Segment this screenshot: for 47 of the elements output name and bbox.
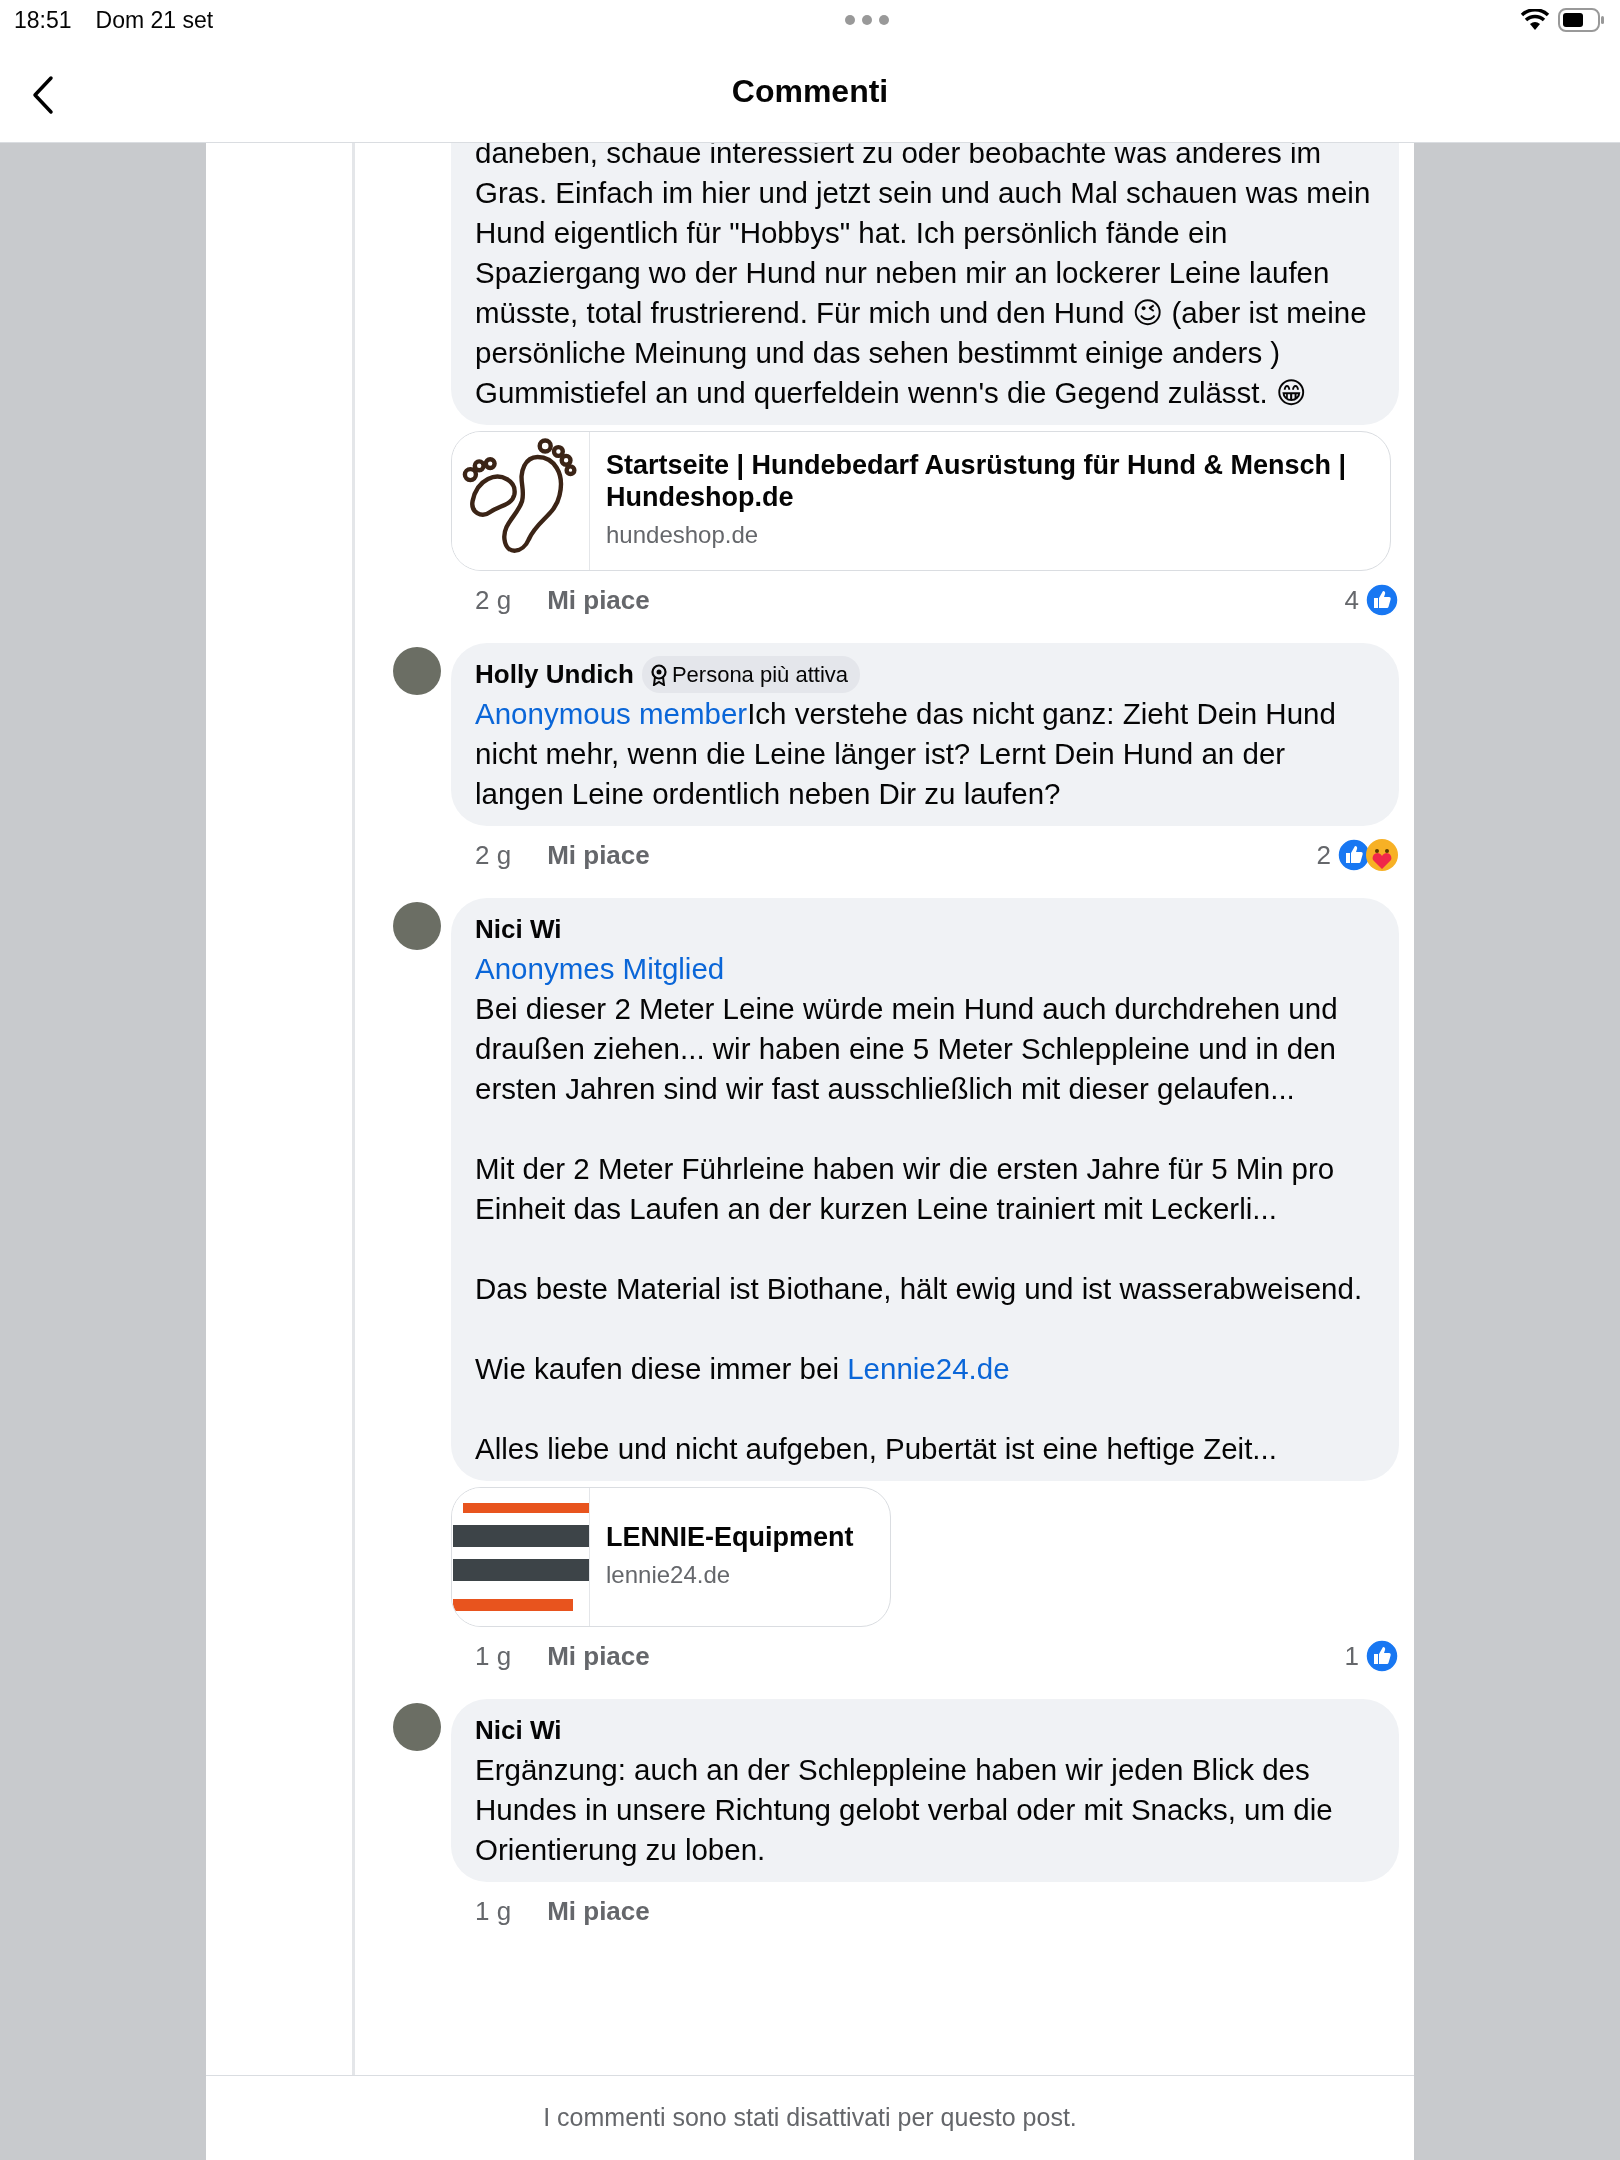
badge-label: Persona più attiva bbox=[671, 661, 848, 689]
back-icon bbox=[32, 74, 54, 115]
link-domain: hundeshop.de bbox=[606, 520, 760, 550]
thumbs-up-reaction-icon bbox=[1337, 838, 1371, 872]
like-button[interactable]: Mi piace bbox=[547, 835, 650, 875]
comment-time: 1 g bbox=[475, 1639, 512, 1673]
thumbs-up-reaction-icon bbox=[1365, 1639, 1399, 1673]
page-title: Commenti bbox=[731, 72, 889, 111]
status-date: Dom 21 set bbox=[95, 5, 214, 35]
comment-time: 2 g bbox=[475, 838, 512, 872]
comment-text: Bei dieser 2 Meter Leine würde mein Hund auch durchdrehen und draußen ziehen... wir haben eine 5 Meter Schleppleine und in den ersten Jahren sind wir fast ausschließlich mit dieser gelaufen... bbox=[475, 991, 1339, 1107]
reaction-count[interactable]: 1 bbox=[1344, 1636, 1359, 1676]
multitasking-dots-icon[interactable] bbox=[844, 15, 889, 25]
comments-disabled-notice: I commenti sono stati disattivati per questo post. bbox=[543, 2102, 1077, 2134]
link-title: Startseite | Hundebedarf Ausrüstung für Hund & Mensch | Hundeshop.de bbox=[606, 449, 1348, 513]
link-preview-card[interactable]: LENNIE-Equipment lennie24.de bbox=[451, 1487, 891, 1627]
comment-text: Mit der 2 Meter Führleine haben wir die ersten Jahre für 5 Min pro Einheit das Laufen an der kurzen Leine trainiert mit Leckerli... bbox=[475, 1151, 1336, 1227]
avatar-photo[interactable] bbox=[393, 902, 441, 950]
comment-time: 2 g bbox=[475, 583, 512, 617]
link-preview-card[interactable]: Startseite | Hundebedarf Ausrüstung für Hund & Mensch | Hundeshop.de hundeshop.de bbox=[451, 431, 1391, 571]
hug-reaction-icon bbox=[1365, 838, 1399, 872]
comment-text: Anonymous memberIch verstehe das nicht ganz: Zieht Dein Hund nicht mehr, wenn die Leine länger ist? Lernt Dein Hund an der langen Leine ordentlich neben Dir zu laufen? bbox=[475, 696, 1337, 812]
avatar-photo[interactable] bbox=[393, 647, 441, 695]
author-name[interactable]: Nici Wi bbox=[475, 910, 562, 949]
battery-icon bbox=[1558, 8, 1606, 32]
reaction-count[interactable]: 4 bbox=[1344, 580, 1359, 620]
like-button[interactable]: Mi piace bbox=[547, 1891, 650, 1931]
like-button[interactable]: Mi piace bbox=[547, 1636, 650, 1676]
text-link[interactable]: Lennie24.de bbox=[847, 1352, 1010, 1385]
link-title: LENNIE-Equipment bbox=[606, 1521, 854, 1553]
author-name[interactable]: Nici Wi bbox=[475, 1711, 562, 1750]
comment-text: Wie kaufen diese immer bei Lennie24.de bbox=[475, 1351, 1011, 1387]
comment-text: Ergänzung: auch an der Schleppleine haben wir jeden Blick des Hundes in unsere Richtung gelobt verbal oder mit Snacks, um die Orientierung zu loben. bbox=[475, 1752, 1334, 1868]
status-time: 18:51 bbox=[14, 5, 72, 35]
thumbs-up-reaction-icon bbox=[1365, 583, 1399, 617]
comment-text: Das beste Material ist Biothane, hält ewig und ist wasserabweisend. bbox=[475, 1271, 1364, 1307]
comment-time: 1 g bbox=[475, 1894, 512, 1928]
avatar-photo[interactable] bbox=[393, 1703, 441, 1751]
award-icon bbox=[649, 663, 668, 686]
reaction-count[interactable]: 2 bbox=[1316, 835, 1331, 875]
link-domain: lennie24.de bbox=[606, 1560, 732, 1590]
like-button[interactable]: Mi piace bbox=[547, 580, 650, 620]
mention-link[interactable]: Anonymes Mitglied bbox=[475, 949, 1375, 989]
wifi-icon bbox=[1520, 9, 1550, 31]
mention-link[interactable]: Anonymous member bbox=[475, 697, 748, 730]
author-name[interactable]: Holly Undich bbox=[475, 655, 634, 694]
comment-text: Alles liebe und nicht aufgeben, Pubertät ist eine heftige Zeit... bbox=[475, 1431, 1278, 1467]
